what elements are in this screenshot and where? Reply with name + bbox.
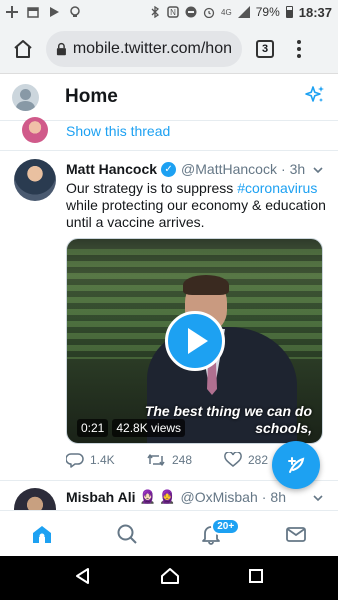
retweet-button[interactable]: 248: [146, 452, 224, 468]
author-name[interactable]: Misbah Ali: [66, 489, 136, 505]
chevron-down-icon: [313, 495, 323, 502]
calendar-icon: [27, 6, 39, 18]
tweet-header: Matt Hancock ✓ @MattHancock · 3h: [66, 161, 305, 177]
sparkle-icon: [305, 85, 324, 102]
battery-percent: 79%: [255, 5, 280, 19]
back-triangle-icon: [75, 567, 89, 584]
top-tweets-button[interactable]: [304, 84, 326, 111]
search-icon: [117, 524, 137, 544]
svg-text:N: N: [170, 8, 176, 17]
page-title: Home: [65, 86, 118, 107]
like-count: 282: [248, 453, 269, 467]
timeline-header: Home: [0, 74, 338, 121]
compose-tweet-button[interactable]: [272, 441, 320, 489]
hashtag-link[interactable]: #coronavirus: [237, 180, 317, 196]
avatar[interactable]: [22, 117, 48, 143]
battery-icon: [285, 6, 293, 18]
video-views: 42.8K views: [112, 419, 186, 437]
do-not-disturb-icon: [185, 6, 197, 18]
tweet-text-part: while protecting our economy & education…: [66, 197, 326, 230]
reply-count: 1.4K: [90, 453, 115, 467]
tweet-timestamp[interactable]: 3h: [290, 161, 306, 177]
dot-icon: [297, 53, 301, 58]
previous-tweet-fragment: Show this thread: [0, 117, 338, 151]
chevron-down-icon: [313, 167, 323, 174]
feather-plus-icon: [288, 457, 305, 473]
clock: 18:37: [298, 4, 332, 20]
signal-icon: [237, 6, 250, 18]
square-icon: [249, 568, 264, 583]
bottom-navigation: 20+: [0, 510, 338, 556]
nav-notifications[interactable]: 20+: [191, 514, 241, 554]
notification-badge: 20+: [211, 517, 241, 535]
separator: ·: [261, 489, 267, 505]
nav-search[interactable]: [107, 514, 147, 554]
tweet-menu-button[interactable]: [312, 490, 324, 508]
tweet[interactable]: Matt Hancock ✓ @MattHancock · 3h Our str…: [0, 151, 338, 481]
browser-menu-button[interactable]: [296, 39, 302, 58]
author-emojis: 🧕🏻 🧕: [139, 489, 176, 504]
system-back-button[interactable]: [74, 567, 92, 590]
tab-switcher-button[interactable]: 3: [256, 39, 274, 58]
tweet-header: Misbah Ali 🧕🏻 🧕 @OxMisbah · 8h: [66, 489, 286, 505]
dot-icon: [297, 39, 301, 44]
show-thread-link[interactable]: Show this thread: [66, 123, 170, 139]
play-store-icon: [48, 6, 60, 18]
nfc-icon: N: [167, 6, 179, 18]
reply-icon: [66, 453, 84, 468]
author-handle[interactable]: @OxMisbah: [181, 489, 258, 505]
status-bar: N 4G 79% 18:37: [0, 0, 338, 24]
slack-icon: [6, 6, 18, 18]
system-navigation-bar: [0, 556, 338, 600]
tweet-text-part: Our strategy is to suppress: [66, 180, 238, 196]
system-home-button[interactable]: [159, 567, 181, 590]
home-icon: [33, 525, 52, 543]
video-player[interactable]: The best thing we can do schools, 0:21 4…: [66, 238, 323, 444]
like-button[interactable]: 282: [224, 452, 268, 468]
retweet-icon: [147, 454, 165, 466]
dot-icon: [297, 46, 301, 51]
lock-icon: [56, 42, 66, 55]
author-name[interactable]: Matt Hancock: [66, 161, 157, 177]
home-button[interactable]: [8, 34, 38, 64]
figure-hair: [183, 275, 229, 295]
url-text: mobile.twitter.com/hon: [72, 39, 232, 57]
video-meta: 0:21 42.8K views: [77, 419, 186, 437]
address-bar[interactable]: mobile.twitter.com/hon: [46, 30, 242, 67]
nav-home[interactable]: [22, 514, 62, 554]
signal-type: 4G: [221, 7, 232, 17]
house-icon: [160, 567, 179, 584]
verified-badge-icon: ✓: [161, 161, 177, 177]
lightbulb-icon: [69, 6, 81, 18]
video-duration: 0:21: [77, 419, 109, 437]
avatar[interactable]: [14, 159, 56, 201]
retweet-count: 248: [172, 453, 193, 467]
browser-toolbar: mobile.twitter.com/hon 3: [0, 24, 338, 74]
reply-button[interactable]: 1.4K: [66, 452, 146, 468]
profile-avatar-button[interactable]: [12, 83, 39, 111]
tweet-text: Our strategy is to suppress #coronavirus…: [66, 180, 328, 231]
play-button[interactable]: [165, 311, 225, 371]
house-icon: [14, 39, 32, 58]
bluetooth-icon: [149, 6, 161, 18]
separator: ·: [280, 161, 286, 177]
alarm-icon: [203, 6, 215, 18]
envelope-icon: [285, 526, 306, 542]
nav-messages[interactable]: [276, 514, 316, 554]
avatar[interactable]: [14, 488, 56, 510]
system-recents-button[interactable]: [248, 568, 264, 589]
author-handle[interactable]: @MattHancock: [181, 161, 277, 177]
tweet-timestamp[interactable]: 8h: [270, 489, 286, 505]
heart-icon: [224, 452, 242, 467]
tweet-menu-button[interactable]: [312, 162, 324, 180]
